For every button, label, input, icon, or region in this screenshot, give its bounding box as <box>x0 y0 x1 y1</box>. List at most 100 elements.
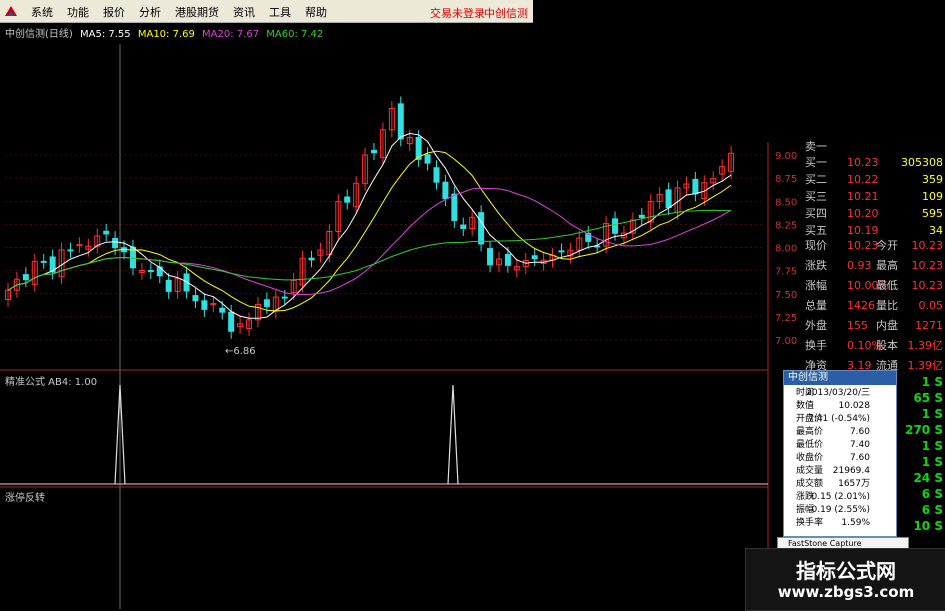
price-tick: 8.75 <box>775 174 797 185</box>
blank-region <box>533 22 945 142</box>
candle-body <box>638 214 645 218</box>
right-column-side: S <box>934 423 943 437</box>
candle-body <box>192 295 199 302</box>
popup-row: 最高价 7.60 <box>784 426 896 438</box>
right-column-entry: 1 S <box>922 407 943 421</box>
popup-row: 时间 2013/03/20/三 <box>784 387 896 399</box>
candle-body <box>156 266 163 277</box>
capture-toolbar-label: FastStone Capture <box>788 539 862 548</box>
candle-body <box>478 212 485 245</box>
right-column-entry: 6 S <box>922 487 943 501</box>
popup-row-value: 1657万 <box>838 479 870 489</box>
popup-row-label: 数值 <box>796 401 815 411</box>
right-column-side: S <box>934 471 943 485</box>
popup-row-label: 收盘价 <box>796 453 824 463</box>
right-column-value: 6 <box>921 487 931 501</box>
app-logo-icon <box>5 6 17 16</box>
stat-label-2: 内盘 <box>876 319 898 332</box>
price-tick: 8.25 <box>775 220 797 231</box>
popup-row: 开盘价 7.41 (-0.54%) <box>784 413 896 425</box>
main-menu: 系统 功能 报价 分析 港股期货 资讯 工具 帮助 <box>24 0 334 22</box>
popup-row: 涨跌 0.15 (2.01%) <box>784 491 896 503</box>
stat-label: 外盘 <box>805 319 827 332</box>
candle-body <box>442 181 449 200</box>
watermark-banner: 指标公式网 www.zbgs3.com <box>745 548 945 611</box>
menu-hk-futures[interactable]: 港股期货 <box>168 0 226 22</box>
stat-label-2: 量比 <box>876 299 898 312</box>
right-column-value: 6 <box>921 503 931 517</box>
bid-row: 买一 10.23 305308 <box>800 154 945 171</box>
right-column-entry: 1 S <box>922 455 943 469</box>
right-column-side: S <box>934 439 943 453</box>
candle-body <box>424 154 431 164</box>
stat-value-2: 10.23 <box>911 279 944 292</box>
right-column-entry: 270 S <box>905 423 943 437</box>
popup-row-value: 2013/03/20/三 <box>806 388 870 398</box>
stat-label-2: 股本 <box>876 339 898 352</box>
stat-value: 10.23 <box>847 239 879 252</box>
candle-body <box>531 255 538 260</box>
menu-tools[interactable]: 工具 <box>262 0 298 22</box>
right-column-side: S <box>934 407 943 421</box>
right-column-entry: 1 S <box>922 439 943 453</box>
popup-row-label: 最高价 <box>796 427 824 437</box>
candle-body <box>451 193 458 221</box>
low-price-marker: ←6.86 <box>225 346 256 357</box>
menu-analysis[interactable]: 分析 <box>132 0 168 22</box>
indicator-panels <box>0 384 768 485</box>
indicator2-label: 涨停反转 <box>5 493 45 504</box>
watermark-url: www.zbgs3.com <box>777 583 915 601</box>
bid-price: 10.21 <box>847 190 879 203</box>
stat-label: 涨跌 <box>805 259 827 272</box>
candle-body <box>487 248 494 266</box>
candle-body <box>433 167 440 183</box>
popup-row: 最低价 7.40 <box>784 439 896 451</box>
stat-row: 涨跌 0.93 最高 10.23 <box>800 257 945 274</box>
trade-login-status[interactable]: 交易未登录 <box>430 5 485 21</box>
right-column-side: S <box>934 503 943 517</box>
menu-quote[interactable]: 报价 <box>96 0 132 22</box>
price-tick: 9.00 <box>775 151 797 162</box>
bid-label: 买二 <box>805 173 827 186</box>
popup-row-label: 换手率 <box>796 518 824 528</box>
popup-row-value: 7.60 <box>849 453 870 463</box>
bid-row: 买二 10.22 359 <box>800 171 945 188</box>
stat-label: 涨幅 <box>805 279 827 292</box>
price-tick: 8.50 <box>775 197 797 208</box>
right-column-side: S <box>934 375 943 389</box>
data-popup-window[interactable]: 中创信测 时间 2013/03/20/三 数值 10.028 开盘价 7.41 (-0.5… <box>783 370 897 537</box>
menu-bar: 系统 功能 报价 分析 港股期货 资讯 工具 帮助 交易未登录 中创信测 <box>0 0 533 23</box>
candle-body <box>228 311 235 332</box>
bid-row: 买四 10.20 595 <box>800 205 945 222</box>
indicator1-label: 精准公式 AB4: 1.00 <box>5 377 98 388</box>
watermark-title: 指标公式网 <box>796 559 896 583</box>
popup-row-value: 21969.4 <box>832 466 870 476</box>
popup-row-value: 7.41 (-0.54%) <box>808 414 870 424</box>
right-column-entry: 24 S <box>913 471 943 485</box>
ask1-label: 卖一 <box>805 140 827 153</box>
menu-news[interactable]: 资讯 <box>226 0 262 22</box>
popup-row-value: 10.028 <box>838 401 871 411</box>
right-column-value: 270 <box>905 423 931 437</box>
stat-value-2: 0.05 <box>918 299 944 312</box>
bid-volume: 359 <box>922 173 943 186</box>
candle-body <box>103 230 110 235</box>
price-tick: 8.00 <box>775 244 797 255</box>
right-column-entry: 1 S <box>922 375 943 389</box>
menu-function[interactable]: 功能 <box>60 0 96 22</box>
bid-row: 买三 10.21 109 <box>800 188 945 205</box>
brand-label: 中创信测 <box>484 7 528 20</box>
signal-spike <box>447 384 459 485</box>
moving-average-lines <box>7 132 732 319</box>
stat-value-2: 1271 <box>915 319 943 332</box>
stat-value-2: 1.39亿 <box>907 339 944 352</box>
bid-price: 10.22 <box>847 173 879 186</box>
popup-row: 振幅 0.19 (2.55%) <box>784 504 896 516</box>
stat-label-2: 今开 <box>876 239 898 252</box>
candle-body <box>308 257 315 261</box>
candle-body <box>165 279 172 292</box>
stat-row: 总量 1426 量比 0.05 <box>800 297 945 314</box>
menu-help[interactable]: 帮助 <box>298 0 334 22</box>
menu-system[interactable]: 系统 <box>24 0 60 22</box>
bid-price: 10.23 <box>847 156 879 169</box>
